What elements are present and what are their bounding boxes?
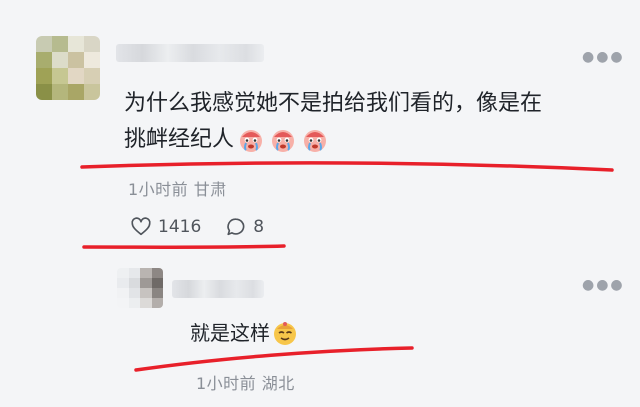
reply-author-name-blurred[interactable] [172, 280, 264, 298]
comment-location: 甘肃 [193, 180, 227, 199]
crying-face-emoji [272, 130, 295, 152]
reply-text: 就是这样 [190, 321, 270, 345]
comment-screenshot: ●●● 为什么我感觉她不是拍给我们看的，像是在 挑衅经纪人 1小时前 甘肃 14… [0, 0, 640, 407]
reply-avatar[interactable] [117, 268, 163, 308]
comment-line2: 挑衅经纪人 [124, 122, 604, 158]
speech-bubble-icon[interactable] [225, 216, 247, 238]
comment-time: 1小时前 [128, 180, 189, 199]
commenter-avatar[interactable] [36, 36, 100, 100]
comment-text-line2: 挑衅经纪人 [124, 127, 235, 152]
comment-meta: 1小时前 甘肃 [128, 176, 227, 200]
underline-reply [134, 346, 414, 372]
reply-meta: 1小时前 湖北 [196, 370, 295, 394]
reply-more-options-icon[interactable]: ●●● [582, 278, 625, 292]
smirk-face-emoji [274, 322, 296, 345]
emoji-group [238, 127, 328, 153]
underline-comment [80, 161, 614, 172]
comment-body: 为什么我感觉她不是拍给我们看的，像是在 挑衅经纪人 [124, 86, 604, 158]
crying-face-emoji [240, 130, 263, 152]
crying-face-emoji [304, 130, 327, 152]
like-count[interactable]: 1416 [158, 217, 201, 237]
reply-time: 1小时前 [196, 374, 257, 393]
commenter-name-blurred[interactable] [116, 44, 264, 62]
comment-actions: 1416 8 [130, 216, 288, 238]
heart-outline-icon[interactable] [130, 216, 152, 238]
reply-count[interactable]: 8 [253, 217, 264, 237]
comment-text-line1: 为什么我感觉她不是拍给我们看的，像是在 [124, 91, 543, 116]
more-options-icon[interactable]: ●●● [582, 50, 625, 64]
underline-actions [82, 244, 286, 249]
reply-location: 湖北 [261, 374, 295, 393]
reply-body: 就是这样 [190, 318, 298, 348]
